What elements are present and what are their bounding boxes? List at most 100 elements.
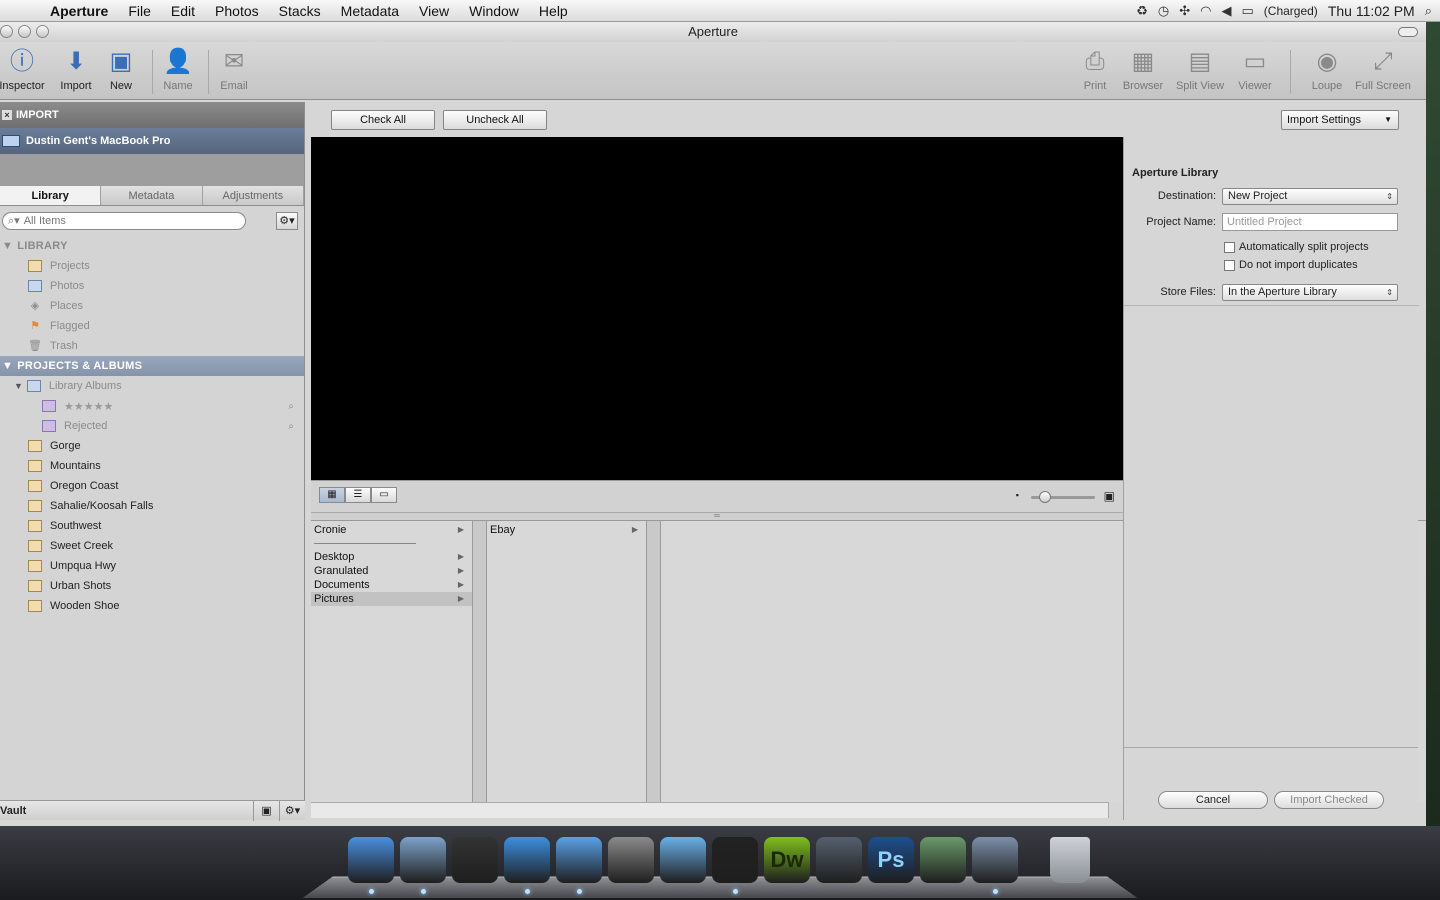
browser-item-documents[interactable]: Documents ▶ bbox=[311, 578, 472, 592]
volume-icon[interactable]: ◀ bbox=[1221, 3, 1231, 19]
smart-album-rejected[interactable]: Rejected ⌕ bbox=[0, 416, 304, 436]
cancel-button[interactable]: Cancel bbox=[1158, 791, 1268, 809]
browser-item-cronie[interactable]: Cronie ▶ bbox=[311, 523, 472, 537]
slider-thumb[interactable] bbox=[1039, 491, 1051, 503]
dock-app-6[interactable] bbox=[608, 837, 654, 883]
store-files-popup[interactable]: In the Aperture Library ⇕ bbox=[1222, 284, 1398, 301]
time-machine-icon[interactable]: ◷ bbox=[1158, 3, 1169, 19]
project-sahalie-koosah-falls[interactable]: Sahalie/Koosah Falls bbox=[0, 496, 304, 516]
project-name-input[interactable]: Untitled Project bbox=[1222, 213, 1398, 231]
browser-item-desktop[interactable]: Desktop ▶ bbox=[311, 550, 472, 564]
horizontal-scrollbar[interactable] bbox=[311, 802, 1109, 818]
project-umpqua-hwy[interactable]: Umpqua Hwy bbox=[0, 556, 304, 576]
checkbox-box[interactable] bbox=[1224, 259, 1235, 271]
menubar-clock[interactable]: Thu 11:02 PM bbox=[1328, 3, 1415, 19]
menu-help[interactable]: Help bbox=[529, 3, 578, 19]
grid-view-button[interactable]: ▦ bbox=[319, 487, 345, 503]
list-view-button[interactable]: ☰ bbox=[345, 487, 371, 503]
tab-library[interactable]: Library bbox=[0, 186, 102, 205]
column-resize-gutter[interactable] bbox=[647, 521, 661, 803]
dock-app-2[interactable] bbox=[400, 837, 446, 883]
projects-albums-section-header[interactable]: ▼ PROJECTS & ALBUMS bbox=[0, 356, 304, 376]
dock-app-8[interactable] bbox=[712, 837, 758, 883]
inspector-button[interactable]: ⓘ Inspector bbox=[0, 46, 50, 92]
smart-settings-magnifier-icon[interactable]: ⌕ bbox=[288, 421, 294, 432]
library-section-header[interactable]: ▼ LIBRARY bbox=[0, 236, 304, 256]
dock-app-10[interactable] bbox=[816, 837, 862, 883]
uncheck-all-button[interactable]: Uncheck All bbox=[443, 110, 547, 130]
dock-trash[interactable] bbox=[1050, 837, 1090, 883]
menu-file[interactable]: File bbox=[118, 3, 161, 19]
menu-edit[interactable]: Edit bbox=[161, 3, 205, 19]
dock-app-1[interactable] bbox=[348, 837, 394, 883]
checkbox-box[interactable] bbox=[1224, 241, 1235, 253]
zoom-window-button[interactable] bbox=[36, 25, 49, 38]
split-projects-checkbox[interactable]: Automatically split projects bbox=[1224, 241, 1369, 253]
import-preview-viewer[interactable] bbox=[311, 137, 1123, 480]
bluetooth-icon[interactable]: ✣ bbox=[1179, 3, 1190, 19]
menu-stacks[interactable]: Stacks bbox=[269, 3, 331, 19]
email-button[interactable]: ✉ Email bbox=[206, 46, 262, 92]
tab-adjustments[interactable]: Adjustments bbox=[203, 186, 304, 205]
sync-icon[interactable]: ♻ bbox=[1136, 3, 1148, 19]
close-window-button[interactable] bbox=[0, 25, 13, 38]
tab-metadata[interactable]: Metadata bbox=[101, 186, 203, 205]
menu-metadata[interactable]: Metadata bbox=[331, 3, 409, 19]
menu-window[interactable]: Window bbox=[459, 3, 529, 19]
close-import-icon[interactable]: × bbox=[2, 110, 12, 120]
browser-item-ebay[interactable]: Ebay ▶ bbox=[487, 523, 646, 537]
full-screen-button[interactable]: ⤢ Full Screen bbox=[1354, 46, 1412, 92]
smart-settings-magnifier-icon[interactable]: ⌕ bbox=[288, 401, 294, 412]
loupe-button[interactable]: ◉ Loupe bbox=[1299, 46, 1355, 92]
dock-app-5[interactable] bbox=[556, 837, 602, 883]
viewer-mode-button[interactable]: ▭ bbox=[371, 487, 397, 503]
spotlight-search-icon[interactable]: ⌕ bbox=[1425, 3, 1432, 19]
wifi-icon[interactable]: ◠ bbox=[1200, 3, 1211, 19]
library-item-photos[interactable]: Photos bbox=[0, 276, 304, 296]
browser-button[interactable]: ▦ Browser bbox=[1115, 46, 1171, 92]
toolbar-toggle-button[interactable] bbox=[1398, 27, 1418, 37]
thumbnail-size-slider[interactable] bbox=[1031, 491, 1095, 503]
column-resize-gutter[interactable] bbox=[473, 521, 487, 803]
new-button[interactable]: ▣ New bbox=[93, 46, 149, 92]
vault-gear-button[interactable]: ⚙▾ bbox=[279, 800, 305, 821]
name-button[interactable]: 👤 Name bbox=[150, 46, 206, 92]
project-mountains[interactable]: Mountains bbox=[0, 456, 304, 476]
import-settings-popup[interactable]: Import Settings ▼ bbox=[1281, 110, 1399, 130]
project-sweet-creek[interactable]: Sweet Creek bbox=[0, 536, 304, 556]
browser-item-pictures[interactable]: Pictures ▶ bbox=[311, 592, 472, 606]
dock-app-3[interactable] bbox=[452, 837, 498, 883]
dock-app-4[interactable] bbox=[504, 837, 550, 883]
menu-app[interactable]: Aperture bbox=[40, 3, 118, 19]
pane-splitter-handle[interactable]: ═ bbox=[311, 512, 1123, 520]
project-wooden-shoe[interactable]: Wooden Shoe bbox=[0, 596, 304, 616]
dock-app-7[interactable] bbox=[660, 837, 706, 883]
project-oregon-coast[interactable]: Oregon Coast bbox=[0, 476, 304, 496]
project-urban-shots[interactable]: Urban Shots bbox=[0, 576, 304, 596]
dock-app-12[interactable] bbox=[920, 837, 966, 883]
viewer-button[interactable]: ▭ Viewer bbox=[1227, 46, 1283, 92]
battery-icon[interactable]: ▭ bbox=[1241, 3, 1253, 19]
library-item-trash[interactable]: 🗑 Trash bbox=[0, 336, 304, 356]
browser-item-granulated[interactable]: Granulated ▶ bbox=[311, 564, 472, 578]
library-search-input[interactable]: ⌕▾ All Items bbox=[2, 212, 246, 230]
vault-add-button[interactable]: ▣ bbox=[253, 800, 279, 821]
destination-popup[interactable]: New Project ⇕ bbox=[1222, 188, 1398, 205]
smart-album-five-stars[interactable]: ★★★★★ ⌕ bbox=[0, 396, 304, 416]
import-checked-button[interactable]: Import Checked bbox=[1274, 791, 1384, 809]
menu-view[interactable]: View bbox=[409, 3, 459, 19]
dock-app-13[interactable] bbox=[972, 837, 1018, 883]
project-southwest[interactable]: Southwest bbox=[0, 516, 304, 536]
split-view-button[interactable]: ▤ Split View bbox=[1172, 46, 1228, 92]
vault-label[interactable]: Vault bbox=[0, 805, 253, 817]
project-gorge[interactable]: Gorge bbox=[0, 436, 304, 456]
library-item-flagged[interactable]: ⚑ Flagged bbox=[0, 316, 304, 336]
library-item-places[interactable]: ◈ Places bbox=[0, 296, 304, 316]
library-albums-folder[interactable]: ▼ Library Albums bbox=[0, 376, 304, 396]
menu-photos[interactable]: Photos bbox=[205, 3, 269, 19]
library-action-gear-button[interactable]: ⚙▾ bbox=[276, 212, 298, 230]
check-all-button[interactable]: Check All bbox=[331, 110, 435, 130]
library-item-projects[interactable]: Projects bbox=[0, 256, 304, 276]
import-device-macbook[interactable]: Dustin Gent's MacBook Pro bbox=[0, 128, 304, 154]
minimize-window-button[interactable] bbox=[18, 25, 31, 38]
